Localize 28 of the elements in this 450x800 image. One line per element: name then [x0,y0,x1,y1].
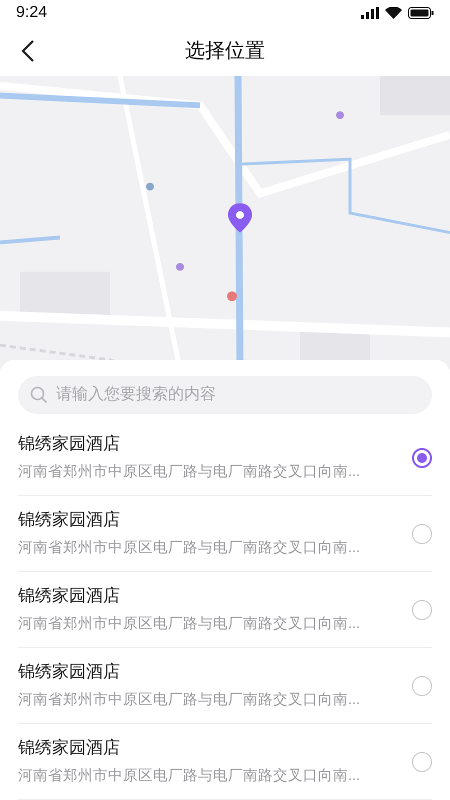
search-field[interactable]: 请输入您要搜索的内容 [18,376,432,414]
back-icon [21,39,35,64]
radio-button[interactable] [412,600,432,620]
signal-icon [361,6,379,19]
status-time: 9:24 [16,2,48,23]
place-item[interactable]: 锦绣家园酒店 河南省郑州市中原区电厂路与电厂南路交叉口向南... [18,648,432,724]
page-title: 选择位置 [185,38,265,64]
wifi-icon [385,6,402,19]
place-address: 河南省郑州市中原区电厂路与电厂南路交叉口向南... [18,462,362,482]
place-name: 锦绣家园酒店 [18,660,121,683]
place-name: 锦绣家园酒店 [18,584,121,607]
place-name: 锦绣家园酒店 [18,432,121,455]
place-item[interactable]: 锦绣家园酒店 河南省郑州市中原区电厂路与电厂南路交叉口向南... [18,724,432,800]
place-item[interactable]: 锦绣家园酒店 河南省郑州市中原区电厂路与电厂南路交叉口向南... [18,420,432,496]
place-name: 锦绣家园酒店 [18,736,121,759]
search-icon [30,386,48,404]
place-address: 河南省郑州市中原区电厂路与电厂南路交叉口向南... [18,690,362,710]
radio-button[interactable] [412,448,432,468]
place-item[interactable]: 锦绣家园酒店 河南省郑州市中原区电厂路与电厂南路交叉口向南... [18,496,432,572]
place-name: 锦绣家园酒店 [18,508,121,531]
radio-button[interactable] [412,752,432,772]
battery-icon [408,6,434,19]
radio-button[interactable] [412,524,432,544]
radio-button[interactable] [412,676,432,696]
place-item[interactable]: 锦绣家园酒店 河南省郑州市中原区电厂路与电厂南路交叉口向南... [18,572,432,648]
place-address: 河南省郑州市中原区电厂路与电厂南路交叉口向南... [18,538,362,558]
place-address: 河南省郑州市中原区电厂路与电厂南路交叉口向南... [18,766,362,786]
place-address: 河南省郑州市中原区电厂路与电厂南路交叉口向南... [18,614,362,634]
